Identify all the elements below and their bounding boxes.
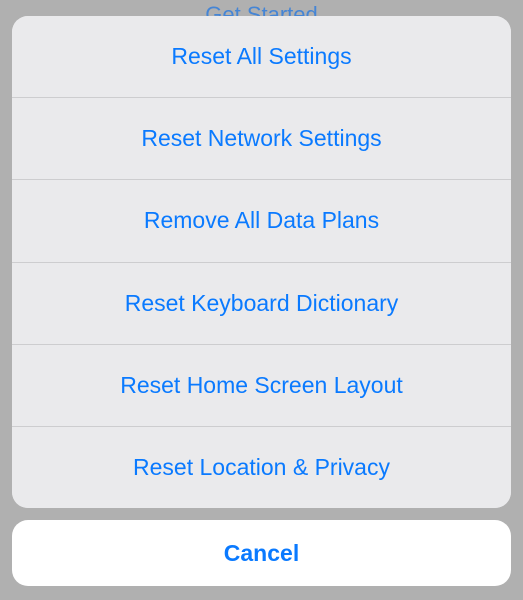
options-group: Reset All Settings Reset Network Setting… <box>12 16 511 508</box>
cancel-button[interactable]: Cancel <box>12 520 511 586</box>
action-sheet: Reset All Settings Reset Network Setting… <box>12 16 511 586</box>
option-label: Reset Home Screen Layout <box>120 372 403 399</box>
reset-network-settings-option[interactable]: Reset Network Settings <box>12 98 511 180</box>
option-label: Reset Location & Privacy <box>133 454 390 481</box>
remove-all-data-plans-option[interactable]: Remove All Data Plans <box>12 180 511 262</box>
option-label: Reset Network Settings <box>141 125 381 152</box>
reset-home-screen-layout-option[interactable]: Reset Home Screen Layout <box>12 345 511 427</box>
cancel-label: Cancel <box>224 540 299 567</box>
reset-all-settings-option[interactable]: Reset All Settings <box>12 16 511 98</box>
reset-keyboard-dictionary-option[interactable]: Reset Keyboard Dictionary <box>12 263 511 345</box>
option-label: Reset Keyboard Dictionary <box>125 290 399 317</box>
reset-location-privacy-option[interactable]: Reset Location & Privacy <box>12 427 511 508</box>
option-label: Remove All Data Plans <box>144 207 379 234</box>
option-label: Reset All Settings <box>171 43 351 70</box>
